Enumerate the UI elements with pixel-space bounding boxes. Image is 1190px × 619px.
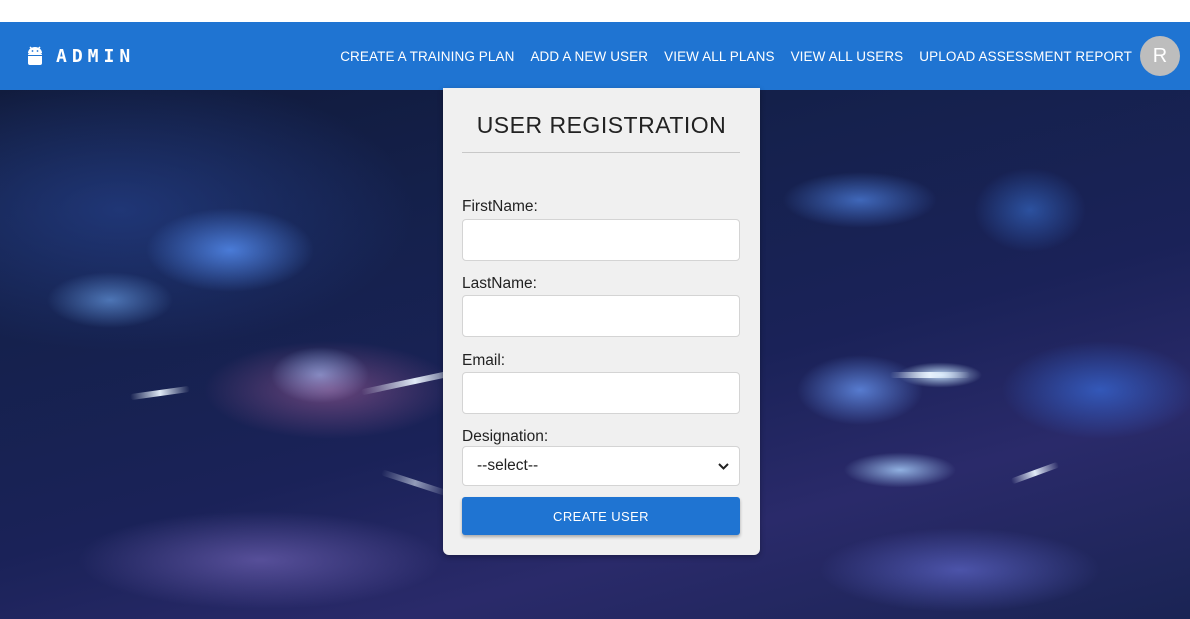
user-registration-card: USER REGISTRATION FirstName: LastName: E… [443,88,760,555]
designation-selected-value: --select-- [477,457,539,474]
nav-upload-assessment-report[interactable]: UPLOAD ASSESSMENT REPORT [919,49,1132,64]
title-divider [462,152,740,153]
chevron-down-icon [718,462,729,470]
designation-select[interactable]: --select-- [462,446,740,486]
nav-create-training-plan[interactable]: CREATE A TRAINING PLAN [340,49,514,64]
main-nav: CREATE A TRAINING PLAN ADD A NEW USER VI… [324,22,1132,90]
nav-add-new-user[interactable]: ADD A NEW USER [530,49,648,64]
email-label: Email: [462,352,506,369]
nav-view-all-plans[interactable]: VIEW ALL PLANS [664,49,774,64]
android-icon [28,46,42,65]
first-name-input[interactable] [462,219,740,261]
form-title: USER REGISTRATION [476,112,727,138]
create-user-button[interactable]: CREATE USER [462,497,740,535]
brand[interactable]: ADMIN [26,22,135,90]
top-navbar: ADMIN CREATE A TRAINING PLAN ADD A NEW U… [0,22,1190,90]
designation-label: Designation: [462,428,549,445]
email-input[interactable] [462,372,740,414]
brand-title: ADMIN [56,45,136,67]
last-name-input[interactable] [462,295,740,337]
last-name-label: LastName: [462,275,537,292]
nav-view-all-users[interactable]: VIEW ALL USERS [791,49,904,64]
avatar[interactable]: R [1140,36,1180,76]
first-name-label: FirstName: [462,198,538,215]
